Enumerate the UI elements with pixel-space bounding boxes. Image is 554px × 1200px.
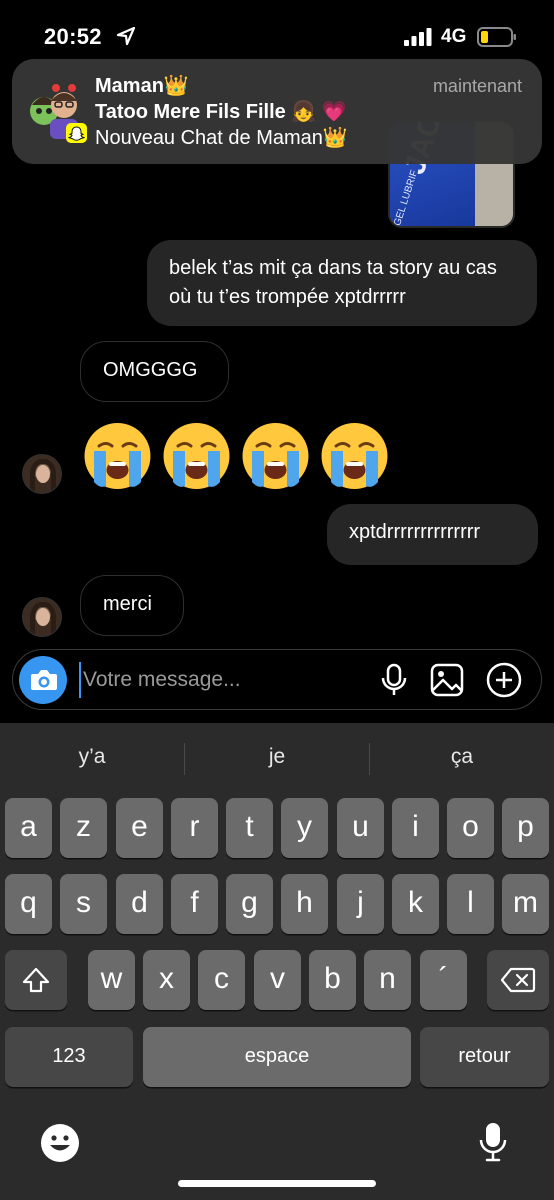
key-accent[interactable]: ´ bbox=[420, 950, 467, 1010]
key-k[interactable]: k bbox=[392, 874, 439, 934]
key-z[interactable]: z bbox=[60, 798, 107, 858]
key-h[interactable]: h bbox=[281, 874, 328, 934]
camera-button[interactable] bbox=[19, 656, 67, 704]
key-u[interactable]: u bbox=[337, 798, 384, 858]
numbers-key[interactable]: 123 bbox=[5, 1027, 133, 1087]
notification-title: Maman👑 bbox=[95, 75, 189, 97]
suggestion-3[interactable]: ça bbox=[370, 745, 554, 769]
key-n[interactable]: n bbox=[364, 950, 411, 1010]
home-indicator[interactable] bbox=[178, 1180, 376, 1187]
message-input[interactable] bbox=[79, 662, 349, 698]
add-icon[interactable] bbox=[486, 662, 522, 698]
key-q[interactable]: q bbox=[5, 874, 52, 934]
emoji-message[interactable] bbox=[82, 420, 390, 494]
key-e[interactable]: e bbox=[116, 798, 163, 858]
suggestion-2[interactable]: je bbox=[185, 745, 369, 769]
predictive-bar: y’a je ça bbox=[0, 723, 554, 797]
key-g[interactable]: g bbox=[226, 874, 273, 934]
message-bubble-sent[interactable]: belek t’as mit ça dans ta story au cas o… bbox=[147, 240, 537, 326]
notification-banner[interactable]: Maman👑 maintenant Tatoo Mere Fils Fille … bbox=[12, 59, 542, 164]
gallery-icon[interactable] bbox=[430, 663, 464, 697]
key-a[interactable]: a bbox=[5, 798, 52, 858]
key-w[interactable]: w bbox=[88, 950, 135, 1010]
message-bubble-sent[interactable]: xptdrrrrrrrrrrrrrr bbox=[327, 504, 538, 565]
key-y[interactable]: y bbox=[281, 798, 328, 858]
notification-time: maintenant bbox=[432, 76, 522, 96]
key-p[interactable]: p bbox=[502, 798, 549, 858]
key-f[interactable]: f bbox=[171, 874, 218, 934]
key-x[interactable]: x bbox=[143, 950, 190, 1010]
delete-key[interactable] bbox=[487, 950, 549, 1010]
key-j[interactable]: j bbox=[337, 874, 384, 934]
message-bubble-received[interactable]: OMGGGG bbox=[80, 341, 229, 402]
key-o[interactable]: o bbox=[447, 798, 494, 858]
bitmoji-avatar-icon bbox=[30, 84, 87, 143]
emoji-icon[interactable] bbox=[40, 1123, 80, 1163]
space-key[interactable]: espace bbox=[143, 1027, 411, 1087]
key-m[interactable]: m bbox=[502, 874, 549, 934]
key-v[interactable]: v bbox=[254, 950, 301, 1010]
key-b[interactable]: b bbox=[309, 950, 356, 1010]
loudly-crying-face-icon bbox=[321, 423, 388, 489]
key-c[interactable]: c bbox=[198, 950, 245, 1010]
keyboard: y’a je ça a z e r t y u i o p q s d f g … bbox=[0, 723, 554, 1200]
notification-subtitle: Tatoo Mere Fils Fille 👧 💗 bbox=[95, 101, 347, 123]
suggestion-1[interactable]: y’a bbox=[0, 745, 184, 769]
key-s[interactable]: s bbox=[60, 874, 107, 934]
shift-icon bbox=[22, 967, 50, 993]
key-i[interactable]: i bbox=[392, 798, 439, 858]
contact-avatar[interactable] bbox=[22, 597, 62, 637]
shift-key[interactable] bbox=[5, 950, 67, 1010]
loudly-crying-face-icon bbox=[163, 423, 230, 489]
key-d[interactable]: d bbox=[116, 874, 163, 934]
loudly-crying-face-icon bbox=[242, 423, 309, 489]
message-composer bbox=[12, 649, 542, 710]
notification-body: Nouveau Chat de Maman👑 bbox=[95, 127, 348, 149]
message-bubble-received[interactable]: merci bbox=[80, 575, 184, 636]
key-l[interactable]: l bbox=[447, 874, 494, 934]
return-key[interactable]: retour bbox=[420, 1027, 549, 1087]
microphone-icon[interactable] bbox=[379, 663, 409, 697]
contact-avatar[interactable] bbox=[22, 454, 62, 494]
key-r[interactable]: r bbox=[171, 798, 218, 858]
backspace-icon bbox=[500, 967, 536, 993]
dictation-icon[interactable] bbox=[478, 1121, 508, 1163]
key-t[interactable]: t bbox=[226, 798, 273, 858]
camera-icon bbox=[31, 670, 57, 690]
loudly-crying-face-icon bbox=[84, 423, 151, 489]
